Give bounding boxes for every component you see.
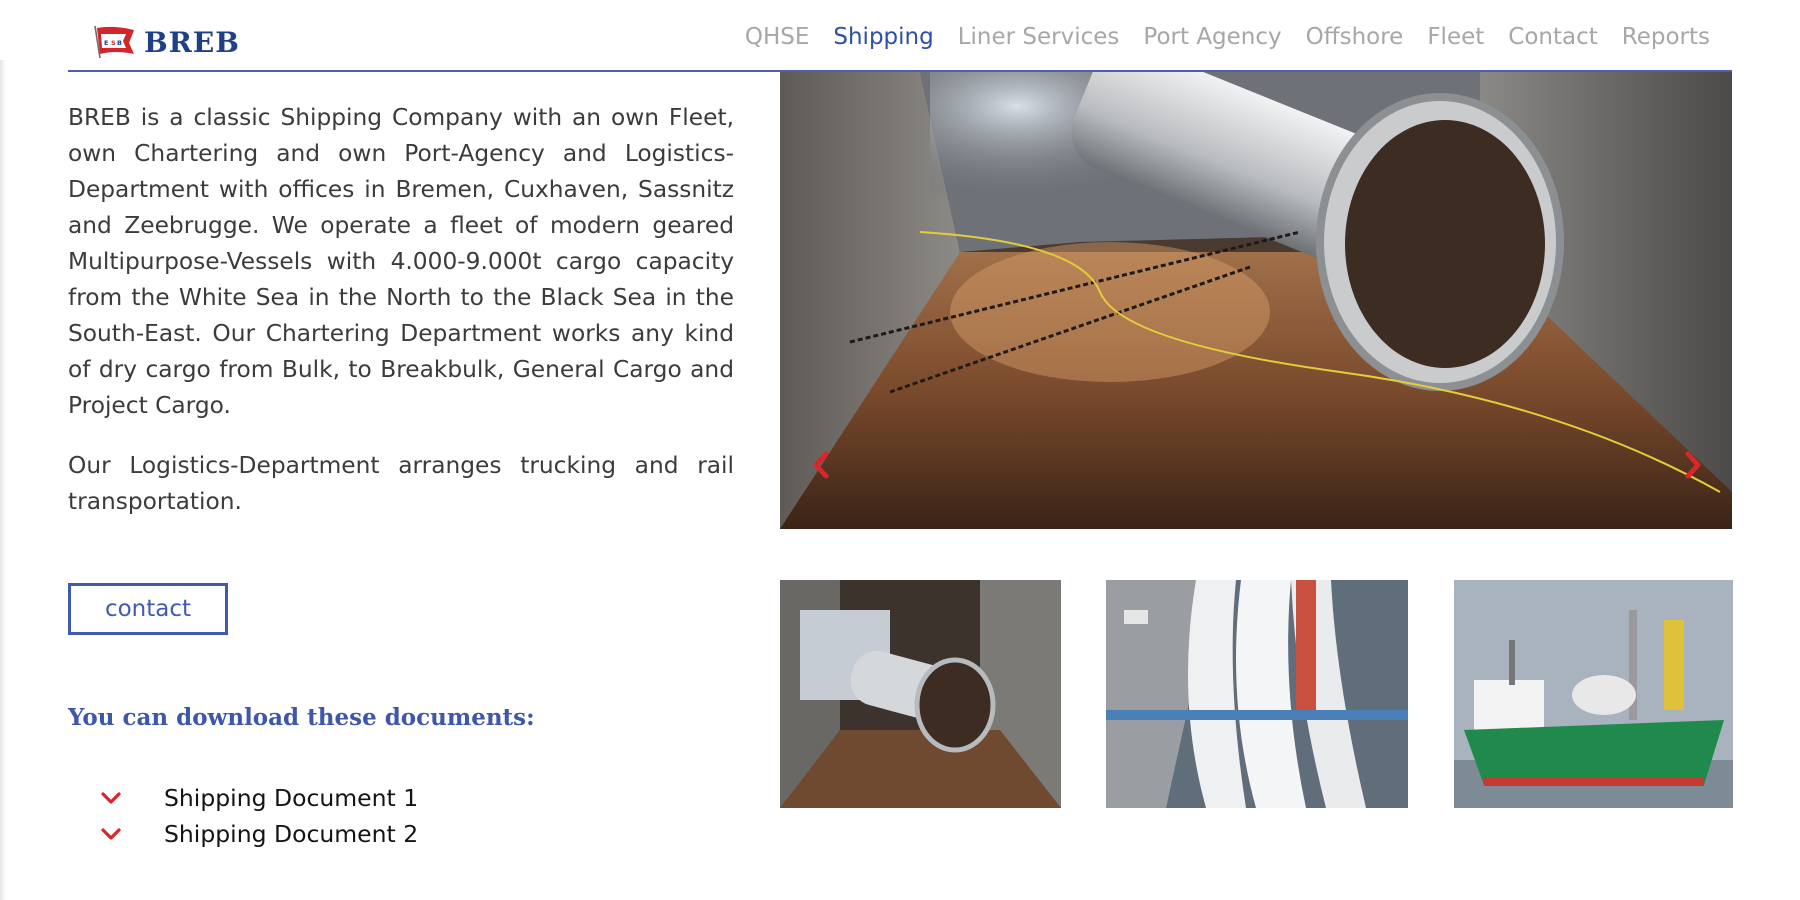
- nav-contact[interactable]: Contact: [1508, 24, 1597, 50]
- chevron-right-icon: [1685, 451, 1701, 479]
- brand-name: BREB: [144, 25, 240, 59]
- nav-offshore[interactable]: Offshore: [1306, 24, 1404, 50]
- nav-fleet[interactable]: Fleet: [1427, 24, 1484, 50]
- intro-text: BREB is a classic Shipping Company with …: [68, 100, 734, 544]
- contact-button[interactable]: contact: [68, 583, 228, 635]
- download-list: Shipping Document 1 Shipping Document 2: [100, 780, 418, 852]
- intro-paragraph-1: BREB is a classic Shipping Company with …: [68, 104, 734, 419]
- download-item-label[interactable]: Shipping Document 1: [164, 784, 418, 812]
- chevron-down-icon: [101, 828, 121, 840]
- thumbnail-vessel[interactable]: [1454, 580, 1733, 808]
- chevron-down-icon: [101, 792, 121, 804]
- chevron-left-icon: [813, 451, 829, 479]
- page-edge-shadow: [0, 60, 6, 900]
- image-slider[interactable]: [780, 72, 1732, 529]
- download-item-1[interactable]: Shipping Document 1: [100, 780, 418, 816]
- nav-port-agency[interactable]: Port Agency: [1143, 24, 1281, 50]
- downloads-heading: You can download these documents:: [68, 704, 535, 731]
- thumbnail-cargo-hold[interactable]: [780, 580, 1061, 808]
- nav-qhse[interactable]: QHSE: [745, 24, 810, 50]
- nav-liner-services[interactable]: Liner Services: [958, 24, 1120, 50]
- nav-reports[interactable]: Reports: [1622, 24, 1710, 50]
- slider-next-button[interactable]: [1676, 448, 1710, 482]
- main-nav: QHSE Shipping Liner Services Port Agency…: [745, 24, 1710, 50]
- flag-logo-icon: E S B: [94, 25, 134, 59]
- slider-prev-button[interactable]: [804, 448, 838, 482]
- cargo-hold-thumbnail-image: [780, 580, 1061, 808]
- logo[interactable]: E S B BREB: [92, 22, 240, 62]
- download-item-label[interactable]: Shipping Document 2: [164, 820, 418, 848]
- intro-paragraph-2: Our Logistics-Department arranges trucki…: [68, 452, 734, 515]
- download-item-2[interactable]: Shipping Document 2: [100, 816, 418, 852]
- svg-text:S: S: [111, 39, 116, 47]
- vessel-thumbnail-image: [1454, 580, 1733, 808]
- cargo-hold-photo: [780, 72, 1732, 529]
- rotor-blades-thumbnail-image: [1106, 580, 1408, 808]
- thumbnail-rotor-blades[interactable]: [1106, 580, 1408, 808]
- svg-text:B: B: [117, 39, 122, 47]
- nav-shipping[interactable]: Shipping: [833, 24, 933, 50]
- svg-text:E: E: [104, 39, 108, 47]
- site-header: E S B BREB QHSE Shipping Liner Services …: [0, 0, 1800, 72]
